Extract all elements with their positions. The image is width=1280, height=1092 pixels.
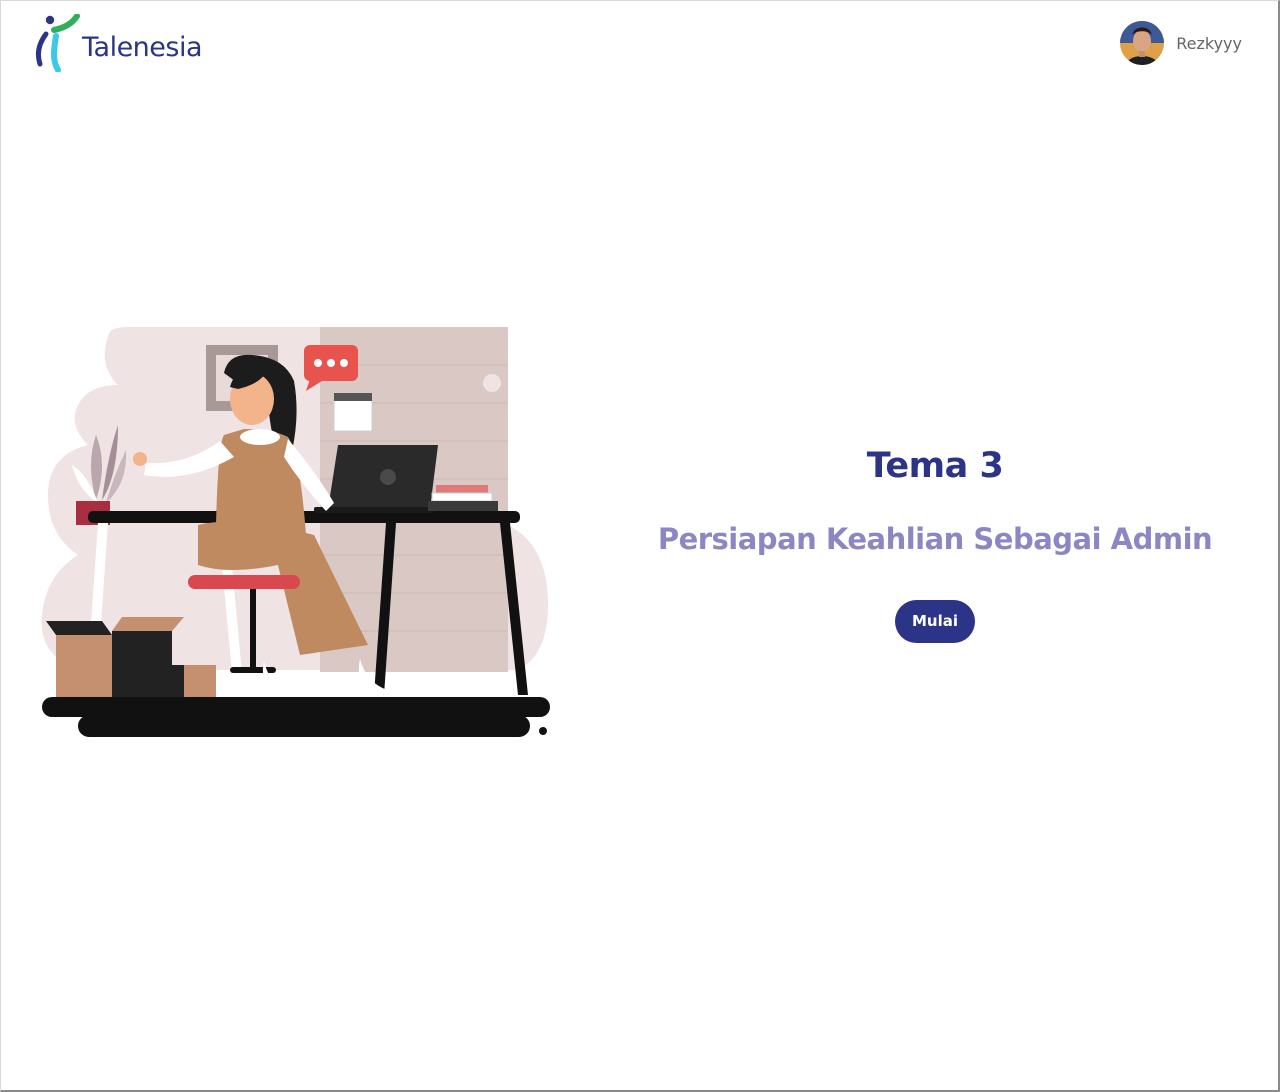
page-title: Tema 3 — [866, 446, 1004, 486]
page-subtitle: Persiapan Keahlian Sebagai Admin — [657, 522, 1213, 556]
user-name: Rezkyyy — [1176, 33, 1242, 53]
talenesia-logo-icon — [35, 14, 80, 72]
logo-text: Talenesia — [82, 32, 203, 63]
user-avatar[interactable] — [1120, 21, 1165, 65]
talenesia-logo[interactable]: Talenesia — [34, 14, 203, 72]
user-profile[interactable]: Rezkyyy — [1120, 21, 1242, 65]
office-woman-illustration — [38, 325, 554, 743]
theme-intro: Tema 3 Persiapan Keahlian Sebagai Admin … — [640, 440, 1230, 643]
start-button[interactable]: Mulai — [894, 600, 975, 643]
